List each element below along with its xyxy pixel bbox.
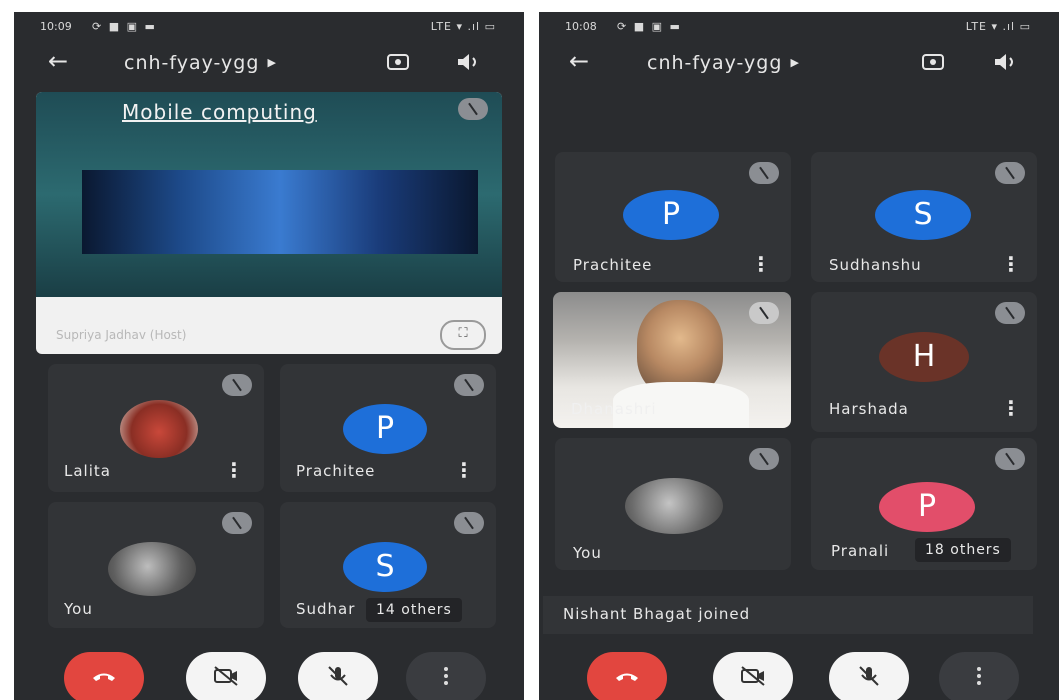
participant-tile[interactable]: S Sudhanshu ⋮	[811, 152, 1037, 282]
status-icons: ⟳ ■ ▣ ▬	[617, 20, 682, 33]
fullscreen-icon[interactable]: ⛶	[440, 320, 486, 350]
right-phone-screen: 10:08 ⟳ ■ ▣ ▬ LTE ▾ .ıl ▭ ← cnh-fyay-ygg…	[539, 12, 1059, 700]
end-call-icon	[93, 673, 115, 681]
participant-tile[interactable]: S Sudhar 14 others	[280, 502, 496, 628]
more-vert-icon	[977, 667, 981, 685]
end-call-button[interactable]	[587, 652, 667, 700]
avatar: S	[343, 542, 427, 592]
status-time: 10:09	[40, 20, 72, 33]
participant-name: Dhanashri	[571, 400, 657, 418]
mic-off-icon	[995, 302, 1025, 324]
participant-name: Sudhar	[296, 600, 356, 618]
mic-off-icon	[995, 162, 1025, 184]
avatar: P	[623, 190, 719, 240]
speaker-icon[interactable]	[991, 50, 1019, 74]
more-options-button[interactable]	[406, 652, 486, 700]
meeting-code-button[interactable]: cnh-fyay-ygg ▶	[124, 52, 277, 74]
more-vert-icon[interactable]: ⋮	[454, 460, 474, 480]
meeting-header: ← cnh-fyay-ygg ▶	[539, 46, 1059, 86]
participant-tile[interactable]: P Pranali 18 others	[811, 438, 1037, 570]
mic-off-icon	[859, 666, 879, 686]
mic-off-icon	[749, 448, 779, 470]
participant-tile[interactable]: You	[555, 438, 791, 570]
camera-flip-icon[interactable]	[919, 50, 947, 74]
others-count-badge[interactable]: 14 others	[366, 598, 462, 622]
presentation-tile[interactable]: Mobile computing Supriya Jadhav (Host) ⛶	[36, 92, 502, 354]
participant-tile[interactable]: P Prachitee ⋮	[280, 364, 496, 492]
camera-off-icon	[741, 666, 765, 686]
participant-tile[interactable]: P Prachitee ⋮	[555, 152, 791, 282]
participant-video-tile[interactable]: Dhanashri	[553, 292, 791, 428]
mic-off-icon	[749, 162, 779, 184]
camera-toggle-button[interactable]	[186, 652, 266, 700]
meeting-code: cnh-fyay-ygg	[124, 52, 260, 74]
caret-right-icon: ▶	[267, 56, 277, 69]
presentation-slide: Mobile computing	[36, 92, 502, 297]
participant-tile[interactable]: You	[48, 502, 264, 628]
avatar	[625, 478, 723, 534]
participant-name: Harshada	[829, 400, 909, 418]
mic-toggle-button[interactable]	[829, 652, 909, 700]
meeting-header: ← cnh-fyay-ygg ▶	[14, 46, 524, 86]
more-vert-icon[interactable]: ⋮	[1001, 398, 1021, 418]
avatar: S	[875, 190, 971, 240]
camera-off-icon	[214, 666, 238, 686]
camera-toggle-button[interactable]	[713, 652, 793, 700]
end-call-button[interactable]	[64, 652, 144, 700]
avatar: H	[879, 332, 969, 382]
mic-toggle-button[interactable]	[298, 652, 378, 700]
participant-name: You	[573, 544, 602, 562]
others-count-badge[interactable]: 18 others	[915, 538, 1011, 562]
arrow-left-icon[interactable]: ←	[569, 46, 589, 76]
presenter-name: Supriya Jadhav (Host)	[56, 328, 187, 342]
join-notification: Nishant Bhagat joined	[543, 596, 1033, 634]
participant-name: Pranali	[831, 542, 890, 560]
status-icons: ⟳ ■ ▣ ▬	[92, 20, 157, 33]
status-time: 10:08	[565, 20, 597, 33]
avatar	[108, 542, 196, 596]
more-vert-icon[interactable]: ⋮	[224, 460, 244, 480]
mic-off-icon	[454, 512, 484, 534]
participant-name: Prachitee	[573, 256, 653, 274]
participant-tile[interactable]: Lalita ⋮	[48, 364, 264, 492]
more-vert-icon[interactable]: ⋮	[751, 254, 771, 274]
status-indicators: LTE ▾ .ıl ▭	[430, 20, 496, 33]
end-call-icon	[616, 673, 638, 681]
caret-right-icon: ▶	[790, 56, 800, 69]
meeting-code-button[interactable]: cnh-fyay-ygg ▶	[647, 52, 800, 74]
mic-off-icon	[995, 448, 1025, 470]
speaker-icon[interactable]	[454, 50, 482, 74]
avatar: P	[879, 482, 975, 532]
participant-name: You	[64, 600, 93, 618]
mic-off-icon	[222, 512, 252, 534]
participant-tile[interactable]: H Harshada ⋮	[811, 292, 1037, 432]
mic-off-icon	[458, 98, 488, 120]
mic-off-icon	[454, 374, 484, 396]
more-vert-icon	[444, 667, 448, 685]
participant-name: Sudhanshu	[829, 256, 922, 274]
slide-image	[82, 170, 478, 254]
camera-flip-icon[interactable]	[384, 50, 412, 74]
avatar: P	[343, 404, 427, 454]
status-indicators: LTE ▾ .ıl ▭	[965, 20, 1031, 33]
status-bar: 10:08 ⟳ ■ ▣ ▬ LTE ▾ .ıl ▭	[539, 12, 1059, 42]
arrow-left-icon[interactable]: ←	[48, 46, 68, 76]
meeting-code: cnh-fyay-ygg	[647, 52, 783, 74]
left-phone-screen: 10:09 ⟳ ■ ▣ ▬ LTE ▾ .ıl ▭ ← cnh-fyay-ygg…	[14, 12, 524, 700]
participant-name: Lalita	[64, 462, 111, 480]
mic-off-icon	[749, 302, 779, 324]
more-options-button[interactable]	[939, 652, 1019, 700]
participant-name: Prachitee	[296, 462, 376, 480]
slide-title: Mobile computing	[122, 100, 317, 124]
more-vert-icon[interactable]: ⋮	[1001, 254, 1021, 274]
avatar	[120, 400, 198, 458]
status-bar: 10:09 ⟳ ■ ▣ ▬ LTE ▾ .ıl ▭	[14, 12, 524, 42]
mic-off-icon	[222, 374, 252, 396]
mic-off-icon	[328, 666, 348, 686]
notification-text: Nishant Bhagat joined	[563, 605, 751, 623]
